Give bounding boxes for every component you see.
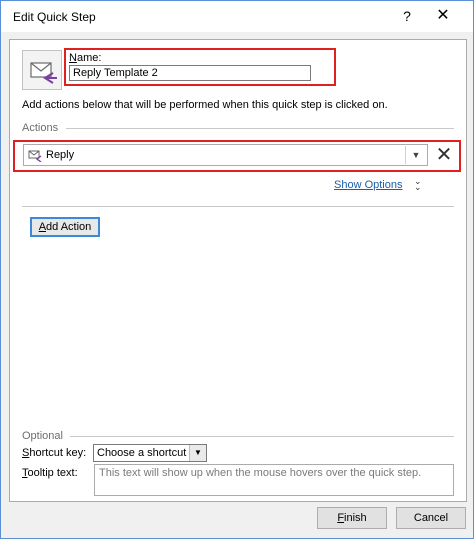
- dialog-title: Edit Quick Step: [13, 10, 96, 24]
- shortcut-key-dropdown[interactable]: Choose a shortcut ▼: [93, 444, 207, 462]
- selected-action-label: Reply: [46, 149, 75, 161]
- optional-section-label: Optional: [22, 430, 63, 442]
- optional-divider: [70, 436, 454, 437]
- add-action-button[interactable]: Add Action: [30, 217, 100, 237]
- finish-button[interactable]: Finish: [317, 507, 387, 529]
- name-input[interactable]: [69, 65, 311, 81]
- actions-section-label: Actions: [22, 122, 59, 134]
- title-bar: Edit Quick Step ? ✕: [1, 1, 473, 32]
- actions-divider: [66, 128, 454, 129]
- chevron-down-icon[interactable]: ▼: [405, 146, 426, 164]
- chevron-down-icon[interactable]: ▼: [189, 445, 206, 461]
- reply-envelope-icon: [28, 148, 42, 163]
- edit-quick-step-dialog: Edit Quick Step ? ✕ Name: Add actions be…: [0, 0, 474, 539]
- dialog-content: Name: Add actions below that will be per…: [9, 39, 467, 502]
- double-chevron-down-icon[interactable]: ⌄ ⌄: [414, 177, 422, 192]
- action-dropdown[interactable]: Reply ▼: [23, 144, 428, 166]
- show-options-link[interactable]: Show Options: [334, 179, 402, 191]
- cancel-button[interactable]: Cancel: [396, 507, 466, 529]
- close-button[interactable]: ✕: [429, 5, 457, 27]
- actions-bottom-divider: [22, 206, 454, 207]
- help-button[interactable]: ?: [393, 5, 421, 27]
- tooltip-text-area[interactable]: This text will show up when the mouse ho…: [94, 464, 454, 496]
- quick-step-envelope-icon[interactable]: [22, 50, 62, 90]
- shortcut-key-label: Shortcut key:: [22, 447, 87, 459]
- instructions-text: Add actions below that will be performed…: [22, 99, 388, 111]
- name-label: Name:: [69, 52, 102, 64]
- remove-action-close-icon[interactable]: ✕: [434, 144, 454, 166]
- shortcut-key-value: Choose a shortcut: [97, 447, 187, 459]
- tooltip-text-label: Tooltip text:: [22, 467, 78, 479]
